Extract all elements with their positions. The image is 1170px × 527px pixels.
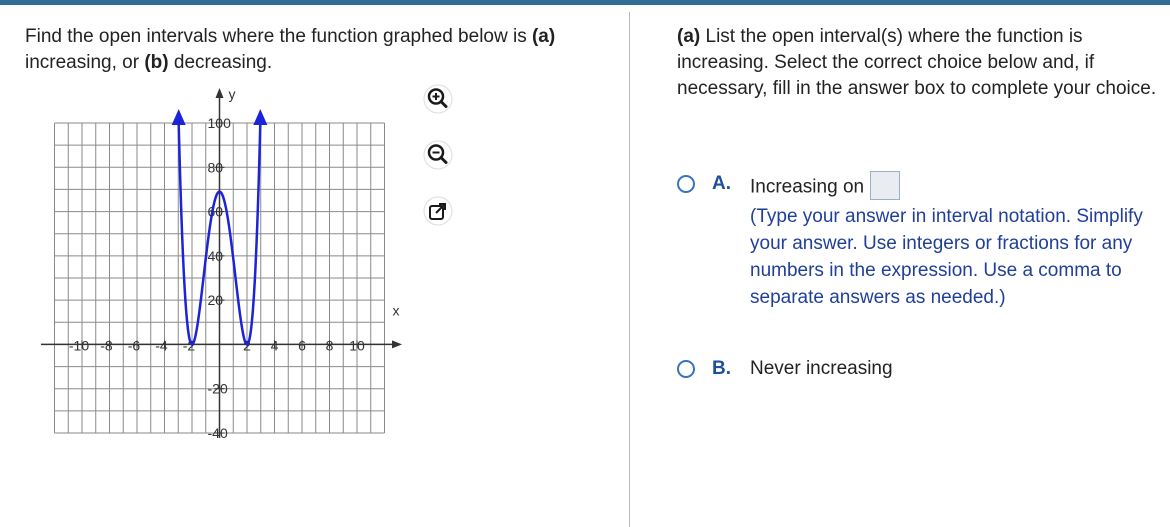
curve-arrow-left — [171, 109, 186, 125]
curve-arrow-right — [253, 109, 268, 125]
y-tick-label: 80 — [208, 159, 224, 175]
y-tick-label: 40 — [208, 248, 224, 264]
x-tick-label: 8 — [326, 337, 334, 353]
x-tick-label: -4 — [155, 337, 168, 353]
y-axis-label: y — [229, 86, 236, 102]
choice-b-letter: B. — [712, 358, 731, 379]
open-external-icon — [423, 196, 453, 226]
y-tick-label: 60 — [208, 204, 224, 220]
choice-a-text: Increasing on — [750, 171, 901, 202]
y-axis-arrow — [215, 88, 224, 98]
top-accent-bar — [0, 0, 1170, 5]
y-tick-label: -20 — [208, 381, 228, 397]
open-new-window-button[interactable] — [423, 196, 453, 226]
interval-answer-box[interactable] — [870, 171, 901, 200]
zoom-in-button[interactable] — [423, 84, 453, 114]
choice-a-letter: A. — [712, 173, 731, 194]
left-panel: Find the open intervals where the functi… — [25, 24, 615, 76]
x-tick-label: 4 — [271, 337, 279, 353]
x-tick-label: 6 — [298, 337, 306, 353]
x-tick-label: -6 — [128, 337, 141, 353]
choice-b-text: Never increasing — [750, 358, 893, 379]
x-tick-label: -8 — [100, 337, 113, 353]
zoom-in-icon — [423, 84, 453, 114]
answer-hint: (Type your answer in interval notation. … — [750, 206, 1143, 308]
panel-divider — [629, 12, 630, 527]
x-axis-label: x — [393, 302, 400, 318]
x-tick-label: -10 — [69, 337, 89, 353]
right-panel: (a) List the open interval(s) where the … — [677, 24, 1157, 102]
y-tick-label: 100 — [208, 115, 232, 131]
zoom-out-button[interactable] — [423, 140, 453, 170]
part-a-question: (a) List the open interval(s) where the … — [677, 26, 1157, 99]
zoom-out-icon — [423, 140, 453, 170]
x-tick-label: 10 — [349, 337, 365, 353]
x-axis-arrow — [392, 340, 402, 349]
function-graph: yx-10 -8 -6 -4 -2 2 4 6 8 1010080604020-20-40 — [41, 86, 402, 440]
choice-b-radio[interactable] — [677, 360, 695, 378]
problem-prompt: Find the open intervals where the functi… — [25, 26, 556, 73]
y-tick-label: 20 — [208, 292, 224, 308]
choice-a-radio[interactable] — [677, 175, 695, 193]
y-tick-label: -40 — [208, 425, 228, 440]
